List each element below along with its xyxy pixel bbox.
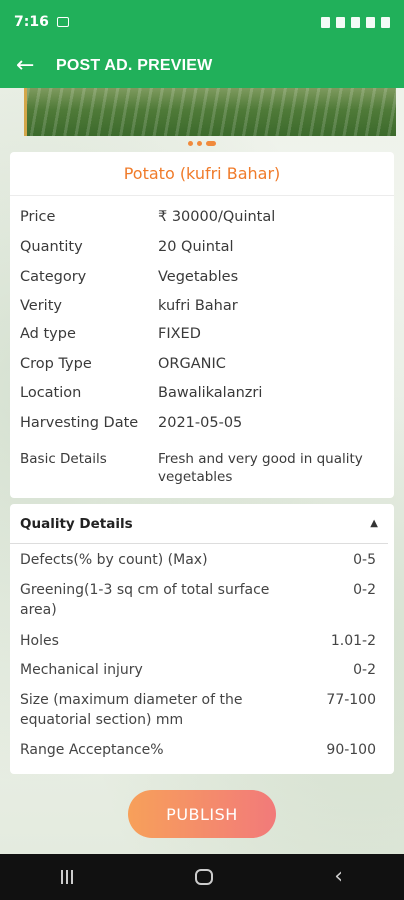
quality-row: Size (maximum diameter of the equatorial… <box>20 690 376 730</box>
quality-label: Size (maximum diameter of the equatorial… <box>20 692 243 728</box>
detail-value: Vegetables <box>158 269 239 285</box>
wifi-icon <box>351 16 360 28</box>
carousel-indicator <box>0 141 404 146</box>
detail-label: Location <box>20 385 82 401</box>
system-navigation-bar: ‹ <box>0 854 404 900</box>
quality-row: Defects(% by count) (Max) 0-5 <box>20 550 376 570</box>
recent-apps-icon[interactable] <box>60 870 73 884</box>
quality-details-card: Quality Details ▲ Defects(% by count) (M… <box>10 504 394 774</box>
quality-details-header[interactable]: Quality Details ▲ <box>10 504 388 544</box>
battery-icon <box>381 16 390 28</box>
detail-value: FIXED <box>158 326 201 342</box>
carousel-dot-active[interactable] <box>206 141 216 146</box>
lock-screen-icon <box>321 16 330 28</box>
detail-row-location: Location Bawalikalanzri <box>20 385 384 401</box>
quality-label: Greening(1-3 sq cm of total surface area… <box>20 582 270 618</box>
detail-value: kufri Bahar <box>158 298 238 314</box>
quality-value: 90-100 <box>326 742 376 758</box>
quality-value: 0-5 <box>353 552 376 568</box>
quality-label: Holes <box>20 633 59 649</box>
product-details-card: Potato (kufri Bahar) Price ₹ 30000/Quint… <box>10 152 394 498</box>
quality-label: Mechanical injury <box>20 662 143 678</box>
carousel-dot[interactable] <box>188 141 193 146</box>
status-icons <box>321 16 390 28</box>
quality-row: Holes 1.01-2 <box>20 631 376 651</box>
image-notification-icon <box>56 17 69 27</box>
quality-details-title: Quality Details <box>20 515 133 532</box>
collapse-arrow-icon[interactable]: ▲ <box>370 518 378 529</box>
quality-row: Mechanical injury 0-2 <box>20 660 376 680</box>
quality-label: Range Acceptance% <box>20 742 164 758</box>
detail-value: 20 Quintal <box>158 239 234 255</box>
status-time: 7:16 <box>14 14 49 30</box>
nav-back-icon[interactable]: ‹ <box>334 866 343 888</box>
detail-value: 2021-05-05 <box>158 415 243 431</box>
detail-label: Ad type <box>20 326 76 342</box>
signal-icon <box>366 16 375 28</box>
detail-label: Verity <box>20 298 62 314</box>
detail-value: Fresh and very good in quality vegetable… <box>158 451 363 485</box>
detail-label: Category <box>20 269 87 285</box>
detail-label: Quantity <box>20 239 83 255</box>
detail-label: Price <box>20 209 56 225</box>
detail-row-basic-details: Basic Details Fresh and very good in qua… <box>20 450 384 486</box>
detail-row-quantity: Quantity 20 Quintal <box>20 239 384 255</box>
detail-value: ORGANIC <box>158 356 226 372</box>
home-icon[interactable] <box>194 869 213 885</box>
detail-row-ad-type: Ad type FIXED <box>20 326 384 342</box>
detail-row-category: Category Vegetables <box>20 269 384 285</box>
detail-label: Harvesting Date <box>20 415 139 431</box>
product-image-carousel[interactable] <box>24 88 396 136</box>
quality-value: 0-2 <box>353 582 376 598</box>
quality-row: Range Acceptance% 90-100 <box>20 740 376 760</box>
quality-value: 77-100 <box>326 692 376 708</box>
publish-button[interactable]: PUBLISH <box>128 790 276 838</box>
detail-value: Bawalikalanzri <box>158 385 263 401</box>
back-arrow-icon[interactable]: ← <box>16 55 42 77</box>
quality-row: Greening(1-3 sq cm of total surface area… <box>20 580 376 620</box>
carousel-dot[interactable] <box>197 141 202 146</box>
detail-label: Basic Details <box>20 451 107 467</box>
detail-row-price: Price ₹ 30000/Quintal <box>20 209 384 225</box>
page-title: POST AD. PREVIEW <box>56 57 213 74</box>
alarm-icon <box>336 16 345 28</box>
detail-label: Crop Type <box>20 356 92 372</box>
app-bar: ← POST AD. PREVIEW <box>0 44 404 88</box>
quality-label: Defects(% by count) (Max) <box>20 552 208 568</box>
quality-value: 0-2 <box>353 662 376 678</box>
detail-row-harvesting-date: Harvesting Date 2021-05-05 <box>20 415 384 431</box>
status-bar: 7:16 <box>0 0 404 44</box>
detail-row-crop-type: Crop Type ORGANIC <box>20 356 384 372</box>
product-title: Potato (kufri Bahar) <box>10 152 394 196</box>
detail-row-verity: Verity kufri Bahar <box>20 298 384 314</box>
quality-value: 1.01-2 <box>330 633 376 649</box>
detail-value: ₹ 30000/Quintal <box>158 209 276 225</box>
